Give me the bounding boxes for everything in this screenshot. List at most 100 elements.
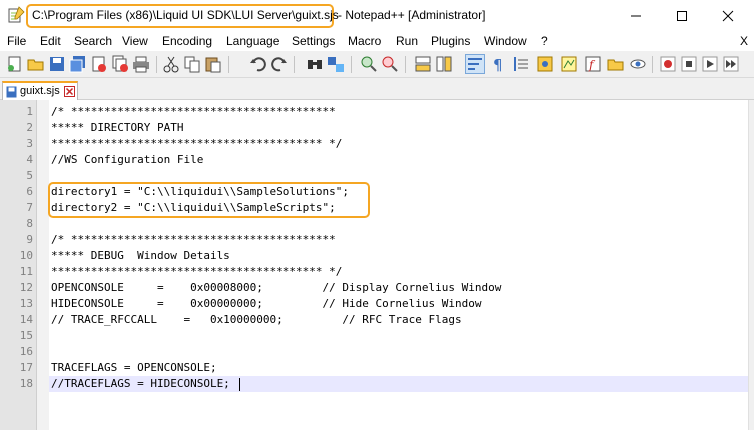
folder-workspace-icon[interactable] (607, 55, 625, 73)
code-line[interactable]: //TRACEFLAGS = HIDECONSOLE; (51, 376, 230, 392)
new-file-icon[interactable] (6, 55, 24, 73)
toolbar-separator (294, 56, 295, 73)
menu-run[interactable]: Run (396, 34, 418, 48)
maximize-button[interactable] (659, 0, 705, 31)
toolbar-separator (405, 56, 406, 73)
tab-close-icon[interactable] (64, 86, 75, 97)
menu-language[interactable]: Language (226, 34, 279, 48)
print-icon[interactable] (132, 55, 150, 73)
svg-text:¶: ¶ (493, 56, 503, 73)
menu-encoding[interactable]: Encoding (162, 34, 212, 48)
close-icon (722, 10, 734, 21)
line-number: 6 (26, 185, 33, 198)
code-line[interactable]: ***** DEBUG Window Details (51, 248, 230, 264)
line-number: 1 (26, 105, 33, 118)
line-number: 16 (19, 345, 33, 358)
menu-search[interactable]: Search (74, 34, 112, 48)
line-number: 18 (19, 377, 33, 390)
line-number: 13 (19, 297, 33, 310)
notepadpp-app-icon (8, 6, 25, 23)
menu-edit[interactable]: Edit (40, 34, 61, 48)
open-file-icon[interactable] (27, 55, 45, 73)
undo-icon[interactable] (249, 55, 267, 73)
code-line[interactable]: ***** DIRECTORY PATH (51, 120, 183, 136)
line-number: 11 (19, 265, 33, 278)
tab-bar: guixt.sjs (0, 78, 754, 100)
close-document-x[interactable]: X (740, 34, 748, 48)
menu-file[interactable]: File (7, 34, 26, 48)
maximize-icon (677, 10, 687, 21)
minimize-button[interactable] (613, 0, 659, 31)
paste-icon[interactable] (204, 55, 222, 73)
close-all-icon[interactable] (111, 55, 129, 73)
line-number: 3 (26, 137, 33, 150)
text-caret (239, 378, 240, 391)
run-macro-multiple-icon[interactable] (722, 55, 740, 73)
fold-margin[interactable] (37, 100, 49, 430)
code-line[interactable]: /* *************************************… (51, 232, 336, 248)
toolbar: ¶ f (0, 51, 754, 78)
code-line[interactable]: ****************************************… (51, 264, 342, 280)
user-language-icon[interactable] (536, 55, 554, 73)
line-number: 5 (26, 169, 33, 182)
sync-horizontal-icon[interactable] (435, 55, 453, 73)
menu-help[interactable]: ? (541, 34, 548, 48)
line-number: 8 (26, 217, 33, 230)
line-number: 4 (26, 153, 33, 166)
function-list-icon[interactable]: f (584, 55, 602, 73)
line-number: 10 (19, 249, 33, 262)
zoom-out-icon[interactable] (381, 55, 399, 73)
menu-window[interactable]: Window (484, 34, 527, 48)
window-title-path: C:\Program Files (x86)\Liquid UI SDK\LUI… (32, 8, 339, 22)
editor-area[interactable]: 1 2 3 4 5 6 7 8 9 10 11 12 13 14 15 16 1… (0, 100, 754, 430)
title-bar: C:\Program Files (x86)\Liquid UI SDK\LUI… (0, 0, 754, 31)
menu-settings[interactable]: Settings (292, 34, 335, 48)
code-line[interactable]: // TRACE_RFCCALL = 0x10000000; // RFC Tr… (51, 312, 462, 328)
play-macro-icon[interactable] (701, 55, 719, 73)
toolbar-separator (228, 56, 229, 73)
line-number: 15 (19, 329, 33, 342)
file-saved-icon (6, 86, 17, 98)
directory-lines-highlight (48, 182, 370, 218)
redo-icon[interactable] (270, 55, 288, 73)
vertical-scrollbar[interactable] (748, 100, 754, 430)
tab-guixt-sjs[interactable]: guixt.sjs (2, 81, 78, 100)
line-number: 2 (26, 121, 33, 134)
code-line[interactable]: TRACEFLAGS = OPENCONSOLE; (51, 360, 217, 376)
minimize-icon (631, 15, 641, 16)
show-all-chars-icon[interactable]: ¶ (489, 55, 507, 73)
stop-macro-icon[interactable] (680, 55, 698, 73)
menu-macro[interactable]: Macro (348, 34, 381, 48)
line-number: 17 (19, 361, 33, 374)
line-number: 7 (26, 201, 33, 214)
doc-map-icon[interactable] (560, 55, 578, 73)
indent-guide-icon[interactable] (512, 55, 530, 73)
code-line[interactable]: HIDECONSOLE = 0x00000000; // Hide Cornel… (51, 296, 481, 312)
code-line[interactable]: /* *************************************… (51, 104, 336, 120)
window-title-app: - Notepad++ [Administrator] (338, 8, 486, 22)
menu-plugins[interactable]: Plugins (431, 34, 470, 48)
replace-icon[interactable] (327, 55, 345, 73)
code-line[interactable]: //WS Configuration File (51, 152, 203, 168)
toolbar-separator (156, 56, 157, 73)
line-number: 12 (19, 281, 33, 294)
monitoring-eye-icon[interactable] (629, 55, 647, 73)
tab-label: guixt.sjs (20, 85, 60, 97)
menu-view[interactable]: View (122, 34, 148, 48)
menu-bar: File Edit Search View Encoding Language … (0, 31, 754, 51)
word-wrap-icon[interactable] (465, 54, 485, 74)
code-line[interactable]: OPENCONSOLE = 0x00008000; // Display Cor… (51, 280, 501, 296)
close-file-icon[interactable] (90, 55, 108, 73)
cut-icon[interactable] (162, 55, 180, 73)
save-all-icon[interactable] (69, 55, 87, 73)
zoom-in-icon[interactable] (360, 55, 378, 73)
copy-icon[interactable] (183, 55, 201, 73)
save-icon[interactable] (48, 55, 66, 73)
record-macro-icon[interactable] (659, 55, 677, 73)
find-icon[interactable] (306, 55, 324, 73)
line-number: 14 (19, 313, 33, 326)
code-line[interactable]: ****************************************… (51, 136, 342, 152)
toolbar-separator (351, 56, 352, 73)
sync-vertical-icon[interactable] (414, 55, 432, 73)
close-button[interactable] (705, 0, 751, 31)
